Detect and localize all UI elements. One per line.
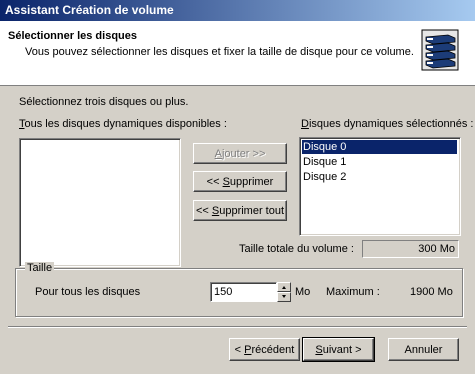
selected-disks-list[interactable]: Disque 0 Disque 1 Disque 2 [299, 137, 461, 236]
disk-stack-icon [421, 29, 459, 71]
title-bar[interactable]: Assistant Création de volume [0, 0, 475, 21]
next-button[interactable]: Suivant > [302, 337, 375, 362]
spin-up-button[interactable] [277, 282, 291, 292]
window-title: Assistant Création de volume [5, 3, 174, 17]
max-value: 1900 Mo [410, 286, 453, 298]
total-size-value: 300 Mo [362, 240, 459, 258]
remove-button[interactable]: << Supprimer [193, 171, 287, 192]
add-button[interactable]: Ajouter >> [193, 143, 287, 164]
max-label: Maximum : [326, 286, 380, 298]
size-unit: Mo [295, 286, 311, 298]
cancel-button[interactable]: Annuler [388, 338, 459, 361]
total-size-label: Taille totale du volume : [239, 243, 354, 255]
arrow-down-icon [282, 295, 286, 298]
list-item[interactable]: Disque 2 [302, 170, 346, 184]
page-subtitle: Vous pouvez sélectionner les disques et … [25, 46, 414, 58]
list-item[interactable]: Disque 0 [302, 140, 457, 154]
list-item[interactable]: Disque 1 [302, 155, 346, 169]
footer-separator [8, 326, 467, 328]
remove-all-button[interactable]: << Supprimer tout [193, 200, 287, 221]
disk-size-input[interactable]: 150 [210, 282, 277, 302]
available-disks-list[interactable] [19, 138, 181, 267]
page-title: Sélectionner les disques [8, 30, 137, 42]
instructions-text: Sélectionnez trois disques ou plus. [19, 96, 189, 108]
size-group-legend: Taille [25, 262, 55, 274]
back-button[interactable]: < Précédent [229, 338, 300, 361]
available-disks-label: Tous les disques dynamiques disponibles … [19, 118, 227, 130]
selected-disks-label: Disques dynamiques sélectionnés : [301, 118, 474, 130]
size-field-label: Pour tous les disques [35, 286, 141, 298]
arrow-up-icon [282, 286, 286, 289]
spin-down-button[interactable] [277, 292, 291, 302]
